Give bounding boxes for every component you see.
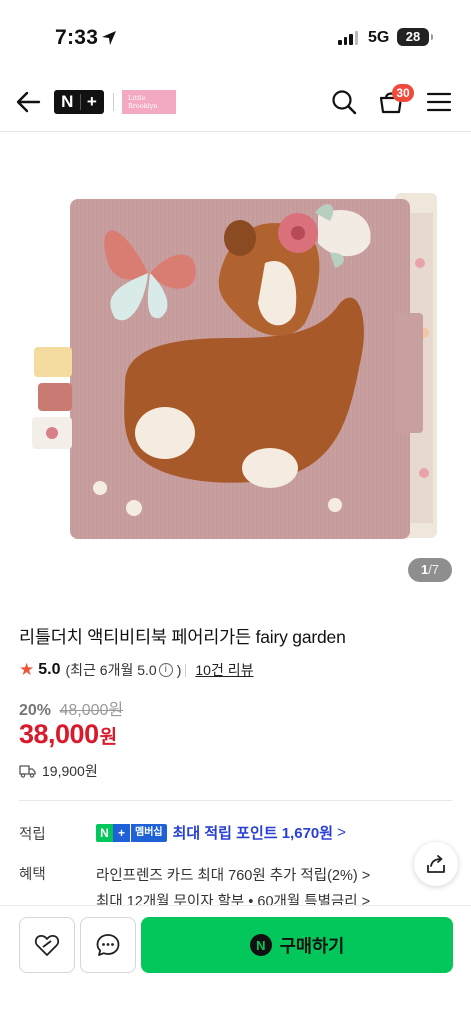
rating-detail: (최근 6개월 5.0	[65, 662, 157, 678]
naver-pay-icon: N	[249, 934, 272, 956]
section-divider	[19, 800, 452, 801]
rating-score: 5.0	[38, 661, 61, 678]
rating-row: ★ 5.0 (최근 6개월 5.0 i ) 10건 리뷰	[19, 660, 254, 680]
points-text: 최대 적립 포인트 1,670원	[172, 825, 334, 842]
delivery-truck-icon	[19, 765, 36, 778]
activity-book-illustration	[32, 193, 437, 539]
discount-percent: 20%	[19, 702, 52, 719]
pager-total: /7	[428, 562, 440, 577]
wishlist-button[interactable]	[19, 917, 75, 973]
sale-price-unit: 원	[99, 727, 118, 748]
back-arrow-icon[interactable]	[14, 88, 42, 116]
points-label: 적립	[19, 827, 46, 843]
review-link[interactable]: 10건 리뷰	[195, 660, 253, 680]
badge-member: 멤버십	[131, 823, 167, 842]
discount-row: 20% 48,000원	[19, 696, 123, 720]
heart-icon	[34, 934, 60, 956]
plus-icon: +	[86, 92, 97, 111]
points-link[interactable]: N + 멤버십 최대 적립 포인트 1,670원 >	[96, 822, 346, 843]
shipping-fee: 19,900원	[42, 763, 98, 779]
shipping-row: 19,900원	[19, 761, 98, 781]
location-arrow-icon	[102, 31, 116, 45]
benefit-label: 혜택	[19, 867, 46, 883]
share-button[interactable]	[414, 842, 458, 886]
cart-count-badge: 30	[392, 84, 414, 102]
store-logo-line: Little	[128, 94, 146, 102]
buy-label: 구매하기	[279, 935, 345, 956]
badge-plus: +	[113, 823, 130, 842]
store-logo[interactable]: Little Brooklyn	[122, 90, 176, 114]
star-icon: ★	[19, 660, 35, 679]
cellular-signal-icon	[338, 31, 358, 45]
buy-button[interactable]: N 구매하기	[141, 917, 453, 973]
sale-price-number: 38,000	[19, 719, 99, 749]
talktalk-button[interactable]	[80, 917, 136, 973]
n-letter: N	[61, 92, 74, 111]
badge-n: N	[96, 823, 113, 842]
rating-detail-close: )	[176, 662, 182, 678]
bottom-action-bar: N 구매하기	[0, 905, 471, 1024]
info-icon[interactable]: i	[158, 663, 173, 677]
naver-membership-badge: N + 멤버십	[96, 823, 167, 842]
rating-divider	[185, 663, 187, 677]
product-title: 리틀더치 액티비티북 페어리가든 fairy garden	[19, 627, 346, 647]
search-icon[interactable]	[330, 88, 358, 116]
card-benefit-link[interactable]: 라인프렌즈 카드 최대 760원 추가 적립(2%) >	[96, 864, 370, 885]
battery-icon: 28	[397, 28, 433, 46]
status-time: 7:33	[55, 26, 99, 49]
sale-price: 38,000원	[19, 719, 117, 750]
header-divider	[113, 93, 114, 111]
network-type: 5G	[368, 29, 390, 46]
top-nav: N + Little Brooklyn 30	[0, 72, 471, 132]
store-logo-line: Brooklyn	[128, 102, 158, 110]
original-price: 48,000원	[59, 702, 124, 719]
share-icon	[427, 855, 445, 873]
image-pager: 1/7	[408, 558, 452, 582]
menu-icon[interactable]	[425, 88, 453, 116]
chevron-right-icon: >	[337, 824, 346, 841]
status-bar: 7:33 5G 28	[0, 0, 471, 70]
product-image[interactable]: 1/7	[0, 133, 471, 603]
naver-plus-logo[interactable]: N +	[54, 90, 104, 114]
chat-bubble-icon	[96, 934, 120, 956]
